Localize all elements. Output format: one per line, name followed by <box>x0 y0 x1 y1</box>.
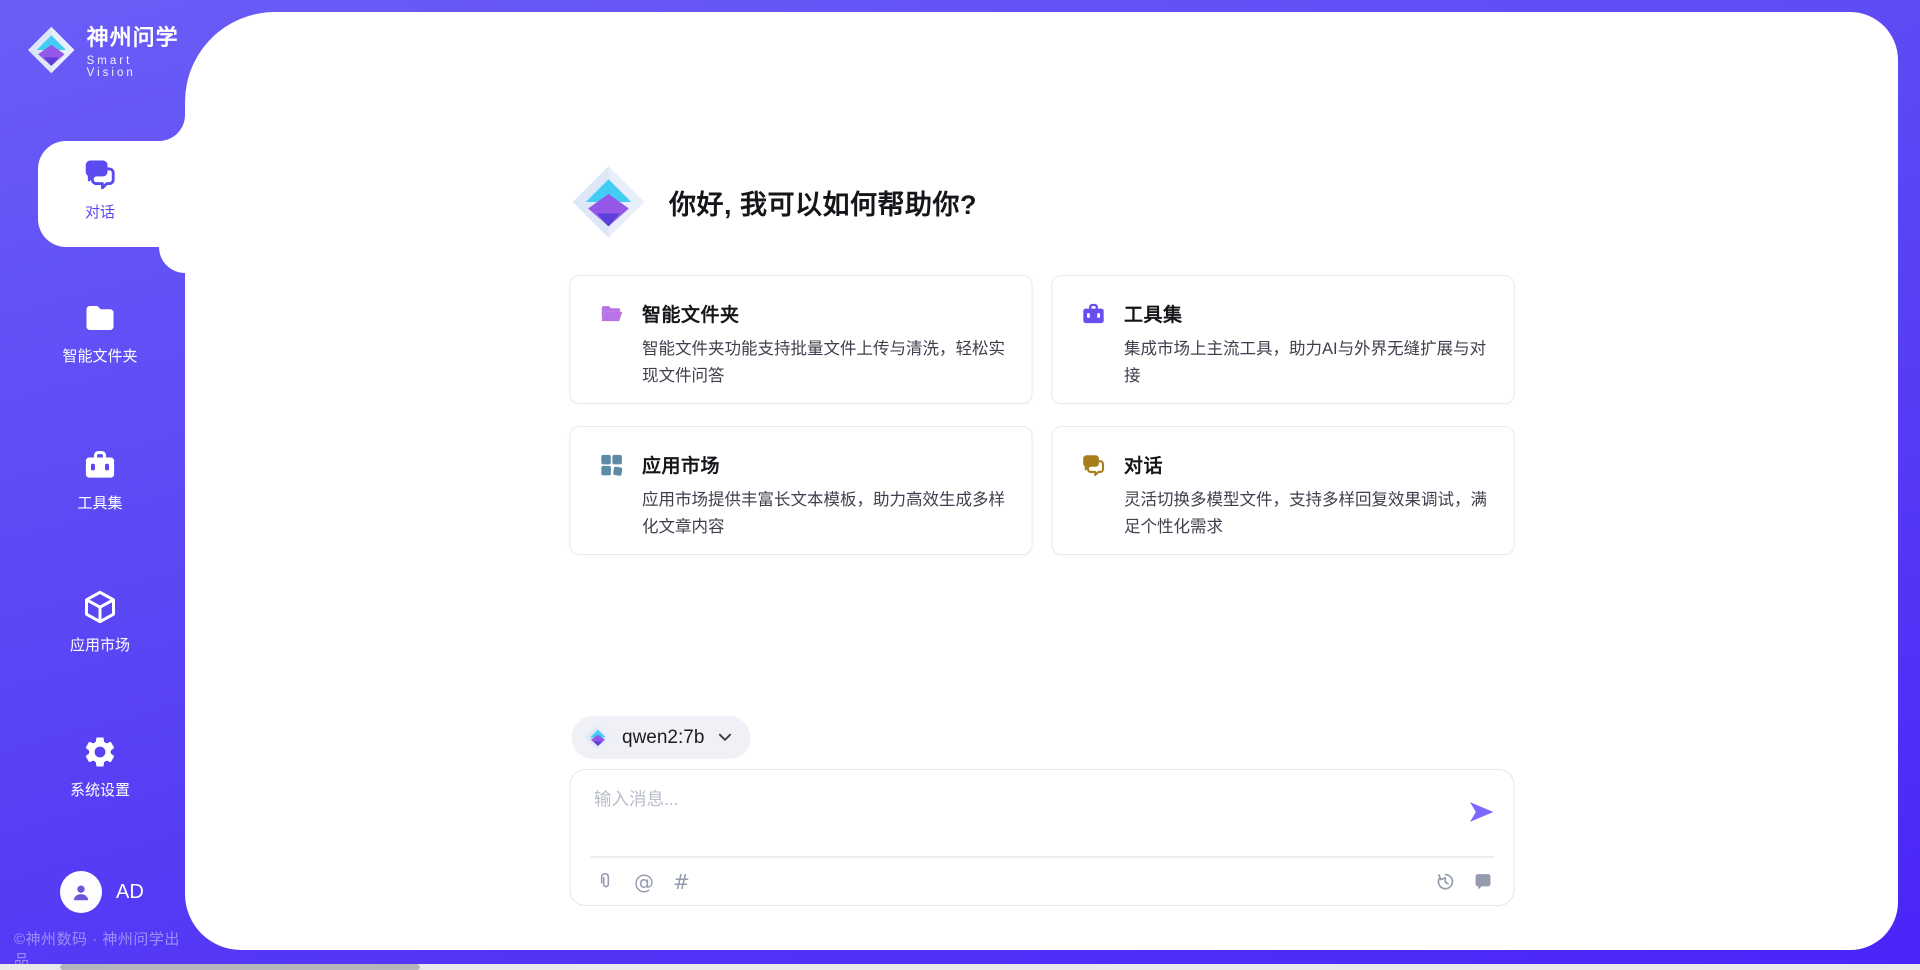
model-name: qwen2:7b <box>622 727 704 749</box>
app-grid-icon <box>598 452 624 478</box>
send-button[interactable] <box>1465 798 1495 828</box>
card-description: 应用市场提供丰富长文本模板，助力高效生成多样化文章内容 <box>642 487 1005 540</box>
gear-icon <box>82 734 118 770</box>
user-name: AD <box>116 881 144 904</box>
person-avatar-icon <box>68 879 94 905</box>
mention-button[interactable]: @ <box>634 872 654 892</box>
tab-corner-top <box>159 115 185 141</box>
card-description: 灵活切换多模型文件，支持多样回复效果调试，满足个性化需求 <box>1124 487 1487 540</box>
tab-corner-bottom <box>159 247 185 273</box>
card-title: 对话 <box>1124 451 1163 478</box>
card-title: 工具集 <box>1124 300 1183 327</box>
message-composer: @ # <box>569 769 1514 906</box>
model-selector[interactable]: qwen2:7b <box>571 716 750 759</box>
brand-gem-icon <box>584 724 611 751</box>
toolbox-icon <box>82 447 118 483</box>
sidebar-item-label: 系统设置 <box>30 779 170 800</box>
sidebar-item-settings[interactable]: 系统设置 <box>30 734 170 800</box>
app-logo: 神州问学 Smart Vision <box>26 20 185 79</box>
main-content-panel: 你好, 我可以如何帮助你? 智能文件夹 智能文件夹功能支持批量文件上传与清洗，轻… <box>185 12 1898 950</box>
greeting-title: 你好, 我可以如何帮助你? <box>669 183 977 222</box>
sidebar-item-label: 智能文件夹 <box>30 345 170 366</box>
sidebar-item-label: 工具集 <box>30 492 170 513</box>
feature-cards: 智能文件夹 智能文件夹功能支持批量文件上传与清洗，轻松实现文件问答 工具集 集成… <box>569 275 1514 555</box>
greeting-block: 你好, 我可以如何帮助你? <box>569 163 977 241</box>
history-button[interactable] <box>1434 871 1455 892</box>
card-title: 智能文件夹 <box>642 300 740 327</box>
mention-icon: @ <box>634 872 654 892</box>
sidebar-item-chat[interactable]: 对话 <box>30 156 170 222</box>
user-account[interactable]: AD <box>60 871 144 913</box>
hash-icon: # <box>673 872 690 892</box>
card-description: 智能文件夹功能支持批量文件上传与清洗，轻松实现文件问答 <box>642 336 1005 389</box>
message-input[interactable] <box>594 786 1434 850</box>
sidebar-item-label: 对话 <box>30 201 170 222</box>
brand-gem-icon <box>569 163 647 241</box>
sidebar-item-smart-folder[interactable]: 智能文件夹 <box>30 300 170 366</box>
horizontal-scrollbar <box>0 964 1920 970</box>
card-app-market[interactable]: 应用市场 应用市场提供丰富长文本模板，助力高效生成多样化文章内容 <box>569 426 1032 555</box>
folder-open-icon <box>598 301 624 327</box>
chevron-down-icon <box>715 728 734 747</box>
attach-file-button[interactable] <box>594 871 615 892</box>
folder-icon <box>82 300 118 336</box>
avatar <box>60 871 102 913</box>
paperclip-icon <box>594 871 615 892</box>
cube-icon <box>82 589 118 625</box>
card-smart-folder[interactable]: 智能文件夹 智能文件夹功能支持批量文件上传与清洗，轻松实现文件问答 <box>569 275 1032 404</box>
card-description: 集成市场上主流工具，助力AI与外界无缝扩展与对接 <box>1124 336 1487 389</box>
new-chat-button[interactable] <box>1472 871 1493 892</box>
history-icon <box>1434 871 1455 892</box>
toolbox-icon <box>1080 301 1106 327</box>
card-chat[interactable]: 对话 灵活切换多模型文件，支持多样回复效果调试，满足个性化需求 <box>1051 426 1514 555</box>
brand-subtitle: Smart Vision <box>87 55 185 79</box>
hashtag-button[interactable]: # <box>673 872 690 892</box>
chat-bubbles-icon <box>1080 452 1106 478</box>
chat-square-icon <box>1472 871 1493 892</box>
send-arrow-icon <box>1466 798 1494 826</box>
sidebar-item-toolset[interactable]: 工具集 <box>30 447 170 513</box>
card-title: 应用市场 <box>642 451 720 478</box>
sidebar: 神州问学 Smart Vision 对话 智能文件夹 工具集 应用市场 系统设置… <box>0 0 185 970</box>
sidebar-item-label: 应用市场 <box>30 634 170 655</box>
sidebar-item-app-market[interactable]: 应用市场 <box>30 589 170 655</box>
brand-gem-icon <box>26 24 77 76</box>
scrollbar-thumb[interactable] <box>60 964 420 970</box>
brand-name: 神州问学 <box>87 20 185 52</box>
card-toolset[interactable]: 工具集 集成市场上主流工具，助力AI与外界无缝扩展与对接 <box>1051 275 1514 404</box>
chat-bubbles-icon <box>82 156 118 192</box>
